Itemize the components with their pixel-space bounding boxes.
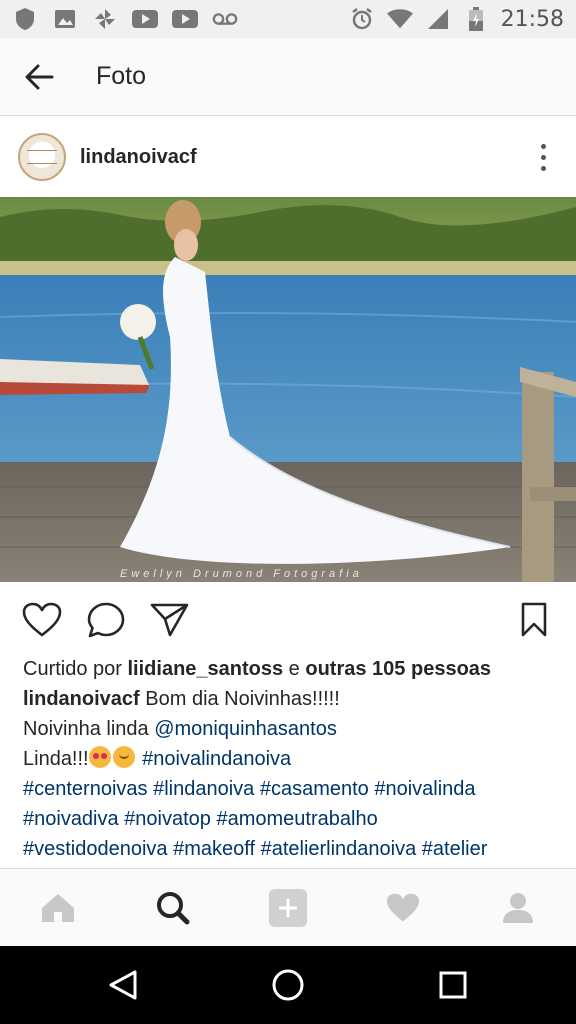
page-title: Foto [96,62,147,90]
caption-hashtag[interactable]: #noivalindanoiva [142,748,291,770]
arrow-left-icon [25,64,54,89]
bookmark-icon [521,602,547,637]
voicemail-icon [212,8,238,30]
caption-hashtags[interactable]: #vestidodenoiva #makeoff #atelierlindano… [23,834,563,864]
caption-hashtags[interactable]: #centernoivas #lindanoiva #casamento #no… [23,774,563,804]
heart-icon [22,602,62,637]
caption-text: Noivinha linda [23,718,155,740]
home-icon [41,893,74,922]
dot-icon [540,165,546,171]
hugging-emoji-icon [112,746,135,768]
post-actions [0,592,576,648]
youtube-icon [132,8,158,30]
youtube-icon [172,8,198,30]
heart-eyes-emoji-icon [88,746,111,768]
share-icon [150,603,189,637]
notification-icons [12,8,238,30]
profile-icon [503,892,534,923]
likes-summary: Curtido por liidiane_santoss e outras 10… [23,654,563,684]
app-bar: Foto [0,38,576,116]
avatar-logo [27,150,57,164]
system-back-button[interactable] [93,955,153,1015]
like-button[interactable] [20,598,64,642]
back-button[interactable] [0,38,78,116]
recents-square-icon [439,971,467,999]
battery-icon [463,7,489,31]
alarm-icon [349,8,375,30]
caption-line: lindanoivacf Bom dia Noivinhas!!!!! [23,684,563,714]
add-icon [268,888,307,927]
post-header: lindanoivacf [0,117,576,197]
activity-icon [387,893,420,921]
wifi-icon [386,8,413,30]
nav-home[interactable] [28,878,88,938]
system-recents-button[interactable] [423,955,483,1015]
home-circle-icon [272,969,304,1001]
caption-hashtags[interactable]: #noivadiva #noivatop #amomeutrabalho [23,804,563,834]
caption-line: Noivinha linda @moniquinhasantos [23,714,563,744]
caption-text: Linda!!! [23,748,89,770]
nav-activity[interactable] [373,878,433,938]
system-nav-bar [0,946,576,1024]
save-button[interactable] [512,598,556,642]
post-caption: Curtido por liidiane_santoss e outras 10… [23,654,563,866]
bottom-nav [0,868,576,946]
more-options-button[interactable] [528,137,558,177]
share-button[interactable] [148,598,192,642]
likes-middle: e [283,658,306,680]
pinwheel-icon [92,8,118,30]
system-home-button[interactable] [258,955,318,1015]
status-time: 21:58 [500,6,564,32]
nav-search[interactable] [143,878,203,938]
status-bar: 21:58 [0,0,576,38]
caption-text: Bom dia Noivinhas!!!!! [139,688,340,710]
back-triangle-icon [109,970,137,1000]
photo-credit: Ewellyn Drumond Fotografia [120,568,363,580]
liked-by-user[interactable]: liidiane_santoss [128,658,284,680]
nav-add[interactable] [258,878,318,938]
system-icons: 21:58 [349,7,564,32]
caption-author[interactable]: lindanoivacf [23,688,140,710]
image-icon [52,8,78,30]
comment-icon [87,602,125,638]
likes-prefix: Curtido por [23,658,128,680]
nav-profile[interactable] [488,878,548,938]
likes-others[interactable]: outras 105 pessoas [305,658,491,680]
caption-line: Linda!!! #noivalindanoiva [23,744,563,774]
post-photo[interactable]: Ewellyn Drumond Fotografia [0,197,576,582]
shield-icon [12,8,38,30]
dot-icon [540,154,546,160]
caption-mention[interactable]: @moniquinhasantos [154,718,337,740]
search-icon [156,891,190,924]
bride-photo-image [0,197,576,582]
dot-icon [540,143,546,149]
signal-icon [425,8,451,30]
avatar[interactable] [18,133,66,181]
comment-button[interactable] [84,598,128,642]
post-username[interactable]: lindanoivacf [80,146,197,169]
